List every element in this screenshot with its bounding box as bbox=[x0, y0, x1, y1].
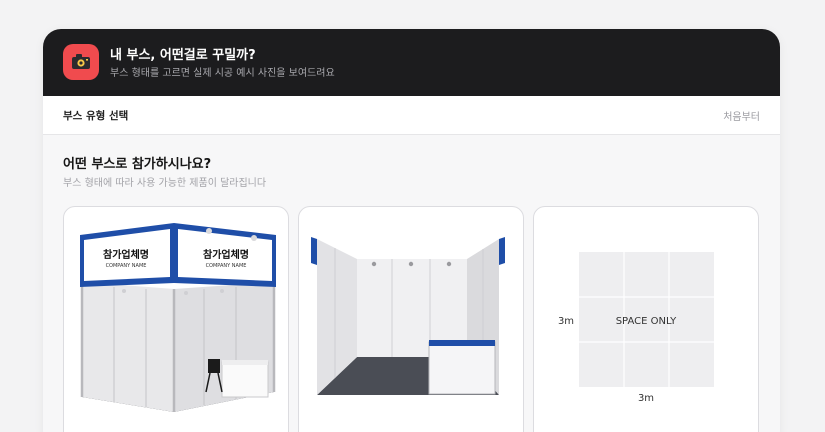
inline-booth-illustration bbox=[311, 237, 505, 395]
fascia-left-subtext: COMPANY NAME bbox=[106, 263, 147, 269]
question-title: 어떤 부스로 참가하시나요? bbox=[63, 157, 212, 172]
option-inline-booth[interactable] bbox=[298, 206, 524, 432]
step-label: 부스 유형 선택 bbox=[63, 110, 129, 122]
corner-booth-illustration: 참가업체명 COMPANY NAME 참가업체명 COMPANY NAME bbox=[80, 223, 276, 412]
fascia-right-text: 참가업체명 bbox=[203, 248, 249, 261]
question-hint: 부스 형태에 따라 사용 가능한 제품이 달라집니다 bbox=[63, 178, 267, 189]
fascia-right-subtext: COMPANY NAME bbox=[206, 263, 247, 269]
depth-label: 3m bbox=[558, 316, 574, 327]
header-title: 내 부스, 어떤걸로 꾸밀까? bbox=[110, 48, 256, 63]
width-label: 3m bbox=[638, 393, 654, 404]
booth-selector-panel: 내 부스, 어떤걸로 꾸밀까? 부스 형태를 고르면 실제 시공 예시 사진을 … bbox=[43, 29, 780, 432]
space-only-illustration: SPACE ONLY 3m 3m bbox=[558, 252, 714, 404]
header-subtitle: 부스 형태를 고르면 실제 시공 예시 사진을 보여드려요 bbox=[110, 68, 335, 79]
space-only-label: SPACE ONLY bbox=[616, 316, 677, 327]
option-corner-booth[interactable]: 참가업체명 COMPANY NAME 참가업체명 COMPANY NAME bbox=[63, 206, 289, 432]
fascia-left-text: 참가업체명 bbox=[103, 248, 149, 261]
header: 내 부스, 어떤걸로 꾸밀까? 부스 형태를 고르면 실제 시공 예시 사진을 … bbox=[43, 29, 780, 96]
restart-button[interactable]: 처음부터 bbox=[723, 108, 760, 123]
app-icon bbox=[63, 44, 99, 80]
camera-icon bbox=[72, 54, 90, 69]
step-bar: 부스 유형 선택 처음부터 bbox=[43, 96, 780, 135]
option-space-only[interactable]: SPACE ONLY 3m 3m bbox=[533, 206, 759, 432]
